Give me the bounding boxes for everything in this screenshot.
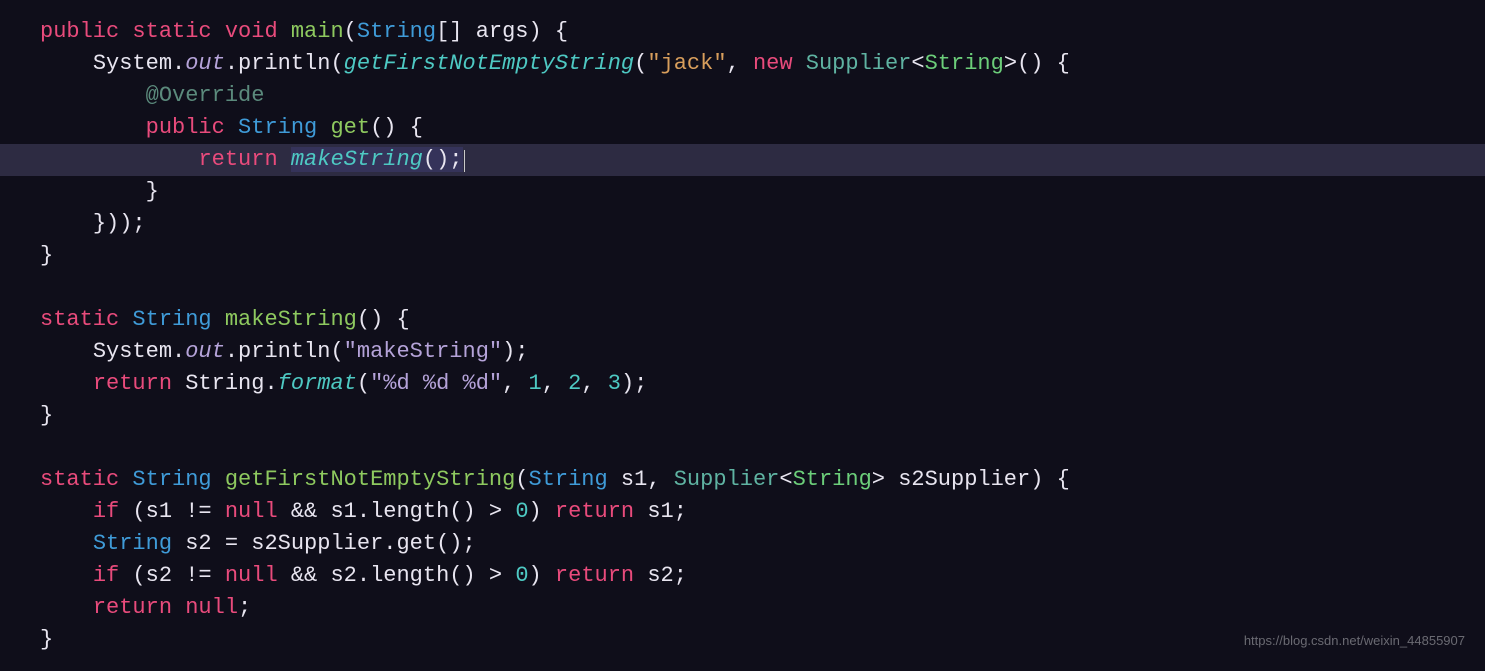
string-literal: "jack" — [647, 51, 726, 76]
code-line-highlighted[interactable]: return makeString(); — [0, 144, 1485, 176]
type-supplier: Supplier — [806, 51, 912, 76]
code-line[interactable]: public String get() { — [40, 112, 1485, 144]
code-editor[interactable]: public static void main(String[] args) {… — [0, 0, 1485, 656]
call-format: format — [278, 371, 357, 396]
keyword-new: new — [753, 51, 793, 76]
code-line[interactable]: return String.format("%d %d %d", 1, 2, 3… — [40, 368, 1485, 400]
method-getfirstnotemptystring: getFirstNotEmptyString — [225, 467, 515, 492]
method-get: get — [330, 115, 370, 140]
keyword-if: if — [93, 499, 119, 524]
keyword-return: return — [198, 147, 277, 172]
method-main: main — [291, 19, 344, 44]
code-line[interactable]: return null; — [40, 592, 1485, 624]
keyword-public: public — [40, 19, 119, 44]
annotation-override: @Override — [146, 83, 265, 108]
code-line[interactable]: } — [40, 176, 1485, 208]
number-literal: 2 — [568, 371, 581, 396]
code-line[interactable]: if (s2 != null && s2.length() > 0) retur… — [40, 560, 1485, 592]
keyword-void: void — [225, 19, 278, 44]
call-makestring-selected: makeString — [291, 147, 423, 172]
code-line[interactable]: if (s1 != null && s1.length() > 0) retur… — [40, 496, 1485, 528]
code-line[interactable]: } — [40, 400, 1485, 432]
code-line[interactable] — [40, 432, 1485, 464]
string-literal: "%d %d %d" — [370, 371, 502, 396]
keyword-static: static — [132, 19, 211, 44]
code-line[interactable]: static String makeString() { — [40, 304, 1485, 336]
text-cursor — [464, 150, 465, 172]
code-line[interactable]: System.out.println(getFirstNotEmptyStrin… — [40, 48, 1485, 80]
string-literal: "makeString" — [344, 339, 502, 364]
code-line[interactable]: String s2 = s2Supplier.get(); — [40, 528, 1485, 560]
code-line[interactable]: public static void main(String[] args) { — [40, 16, 1485, 48]
watermark-text: https://blog.csdn.net/weixin_44855907 — [1244, 625, 1465, 657]
type-string-array: String — [357, 19, 436, 44]
code-line[interactable]: System.out.println("makeString"); — [40, 336, 1485, 368]
code-line[interactable]: } — [40, 240, 1485, 272]
method-makestring: makeString — [225, 307, 357, 332]
code-line[interactable] — [40, 272, 1485, 304]
number-literal: 3 — [608, 371, 621, 396]
code-line[interactable]: @Override — [40, 80, 1485, 112]
call-getfirstnotemptystring: getFirstNotEmptyString — [344, 51, 634, 76]
field-out: out — [185, 51, 225, 76]
code-line[interactable]: static String getFirstNotEmptyString(Str… — [40, 464, 1485, 496]
keyword-null: null — [225, 499, 278, 524]
code-line[interactable]: })); — [40, 208, 1485, 240]
number-literal: 1 — [529, 371, 542, 396]
